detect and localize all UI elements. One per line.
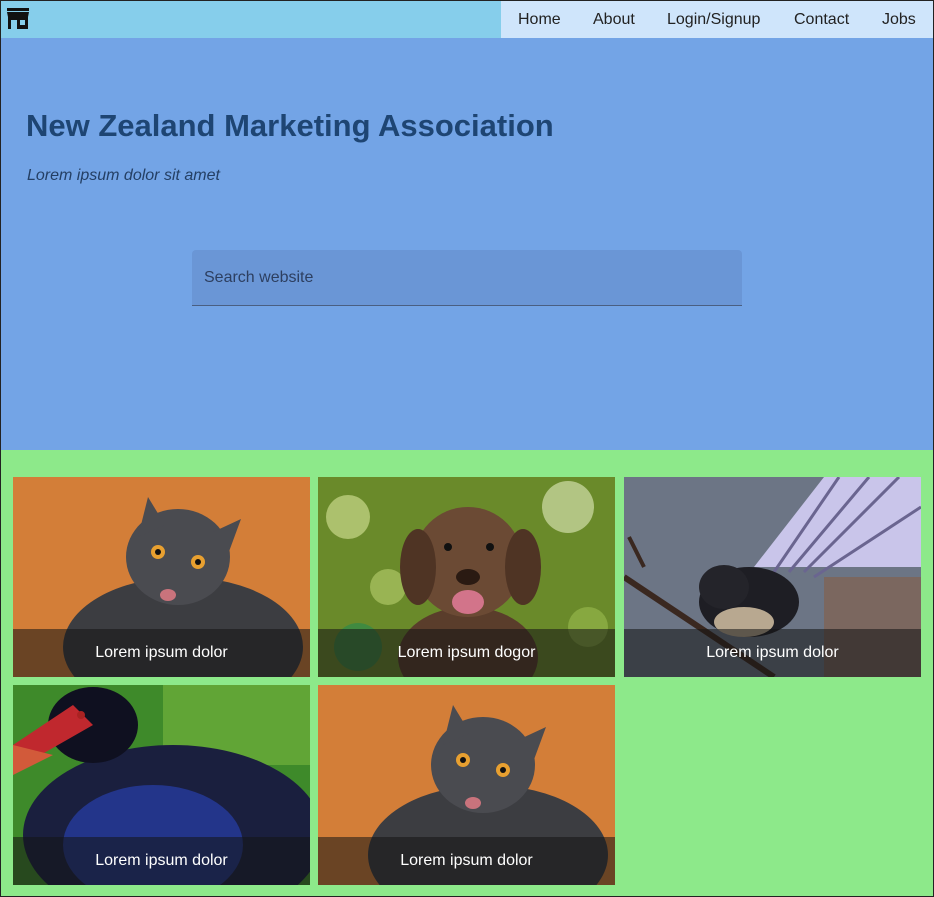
gallery-card-fantail[interactable]: Lorem ipsum dolor — [624, 477, 921, 677]
gallery-card-puppy[interactable]: Lorem ipsum dogor — [318, 477, 615, 677]
card-caption: Lorem ipsum dolor — [624, 629, 921, 677]
card-caption: Lorem ipsum dolor — [13, 629, 310, 677]
hero-section: New Zealand Marketing Association Lorem … — [1, 38, 933, 450]
hero-subtitle: Lorem ipsum dolor sit amet — [27, 167, 220, 184]
page-title: New Zealand Marketing Association — [26, 108, 554, 143]
search-input[interactable] — [192, 250, 742, 306]
nav-login-signup[interactable]: Login/Signup — [667, 11, 760, 29]
gallery-card-pukeko[interactable]: Lorem ipsum dolor — [13, 685, 310, 885]
card-caption: Lorem ipsum dolor — [318, 837, 615, 885]
nav-contact[interactable]: Contact — [794, 11, 849, 29]
main-nav: Home About Login/Signup Contact Jobs — [501, 1, 933, 38]
card-caption: Lorem ipsum dolor — [13, 837, 310, 885]
gallery-card-cat[interactable]: Lorem ipsum dolor — [13, 477, 310, 677]
storefront-icon[interactable] — [6, 7, 30, 31]
card-caption: Lorem ipsum dogor — [318, 629, 615, 677]
gallery-card-cat-2[interactable]: Lorem ipsum dolor — [318, 685, 615, 885]
nav-home[interactable]: Home — [518, 11, 561, 29]
top-bar: Home About Login/Signup Contact Jobs — [1, 1, 933, 38]
nav-about[interactable]: About — [593, 11, 635, 29]
nav-jobs[interactable]: Jobs — [882, 11, 916, 29]
